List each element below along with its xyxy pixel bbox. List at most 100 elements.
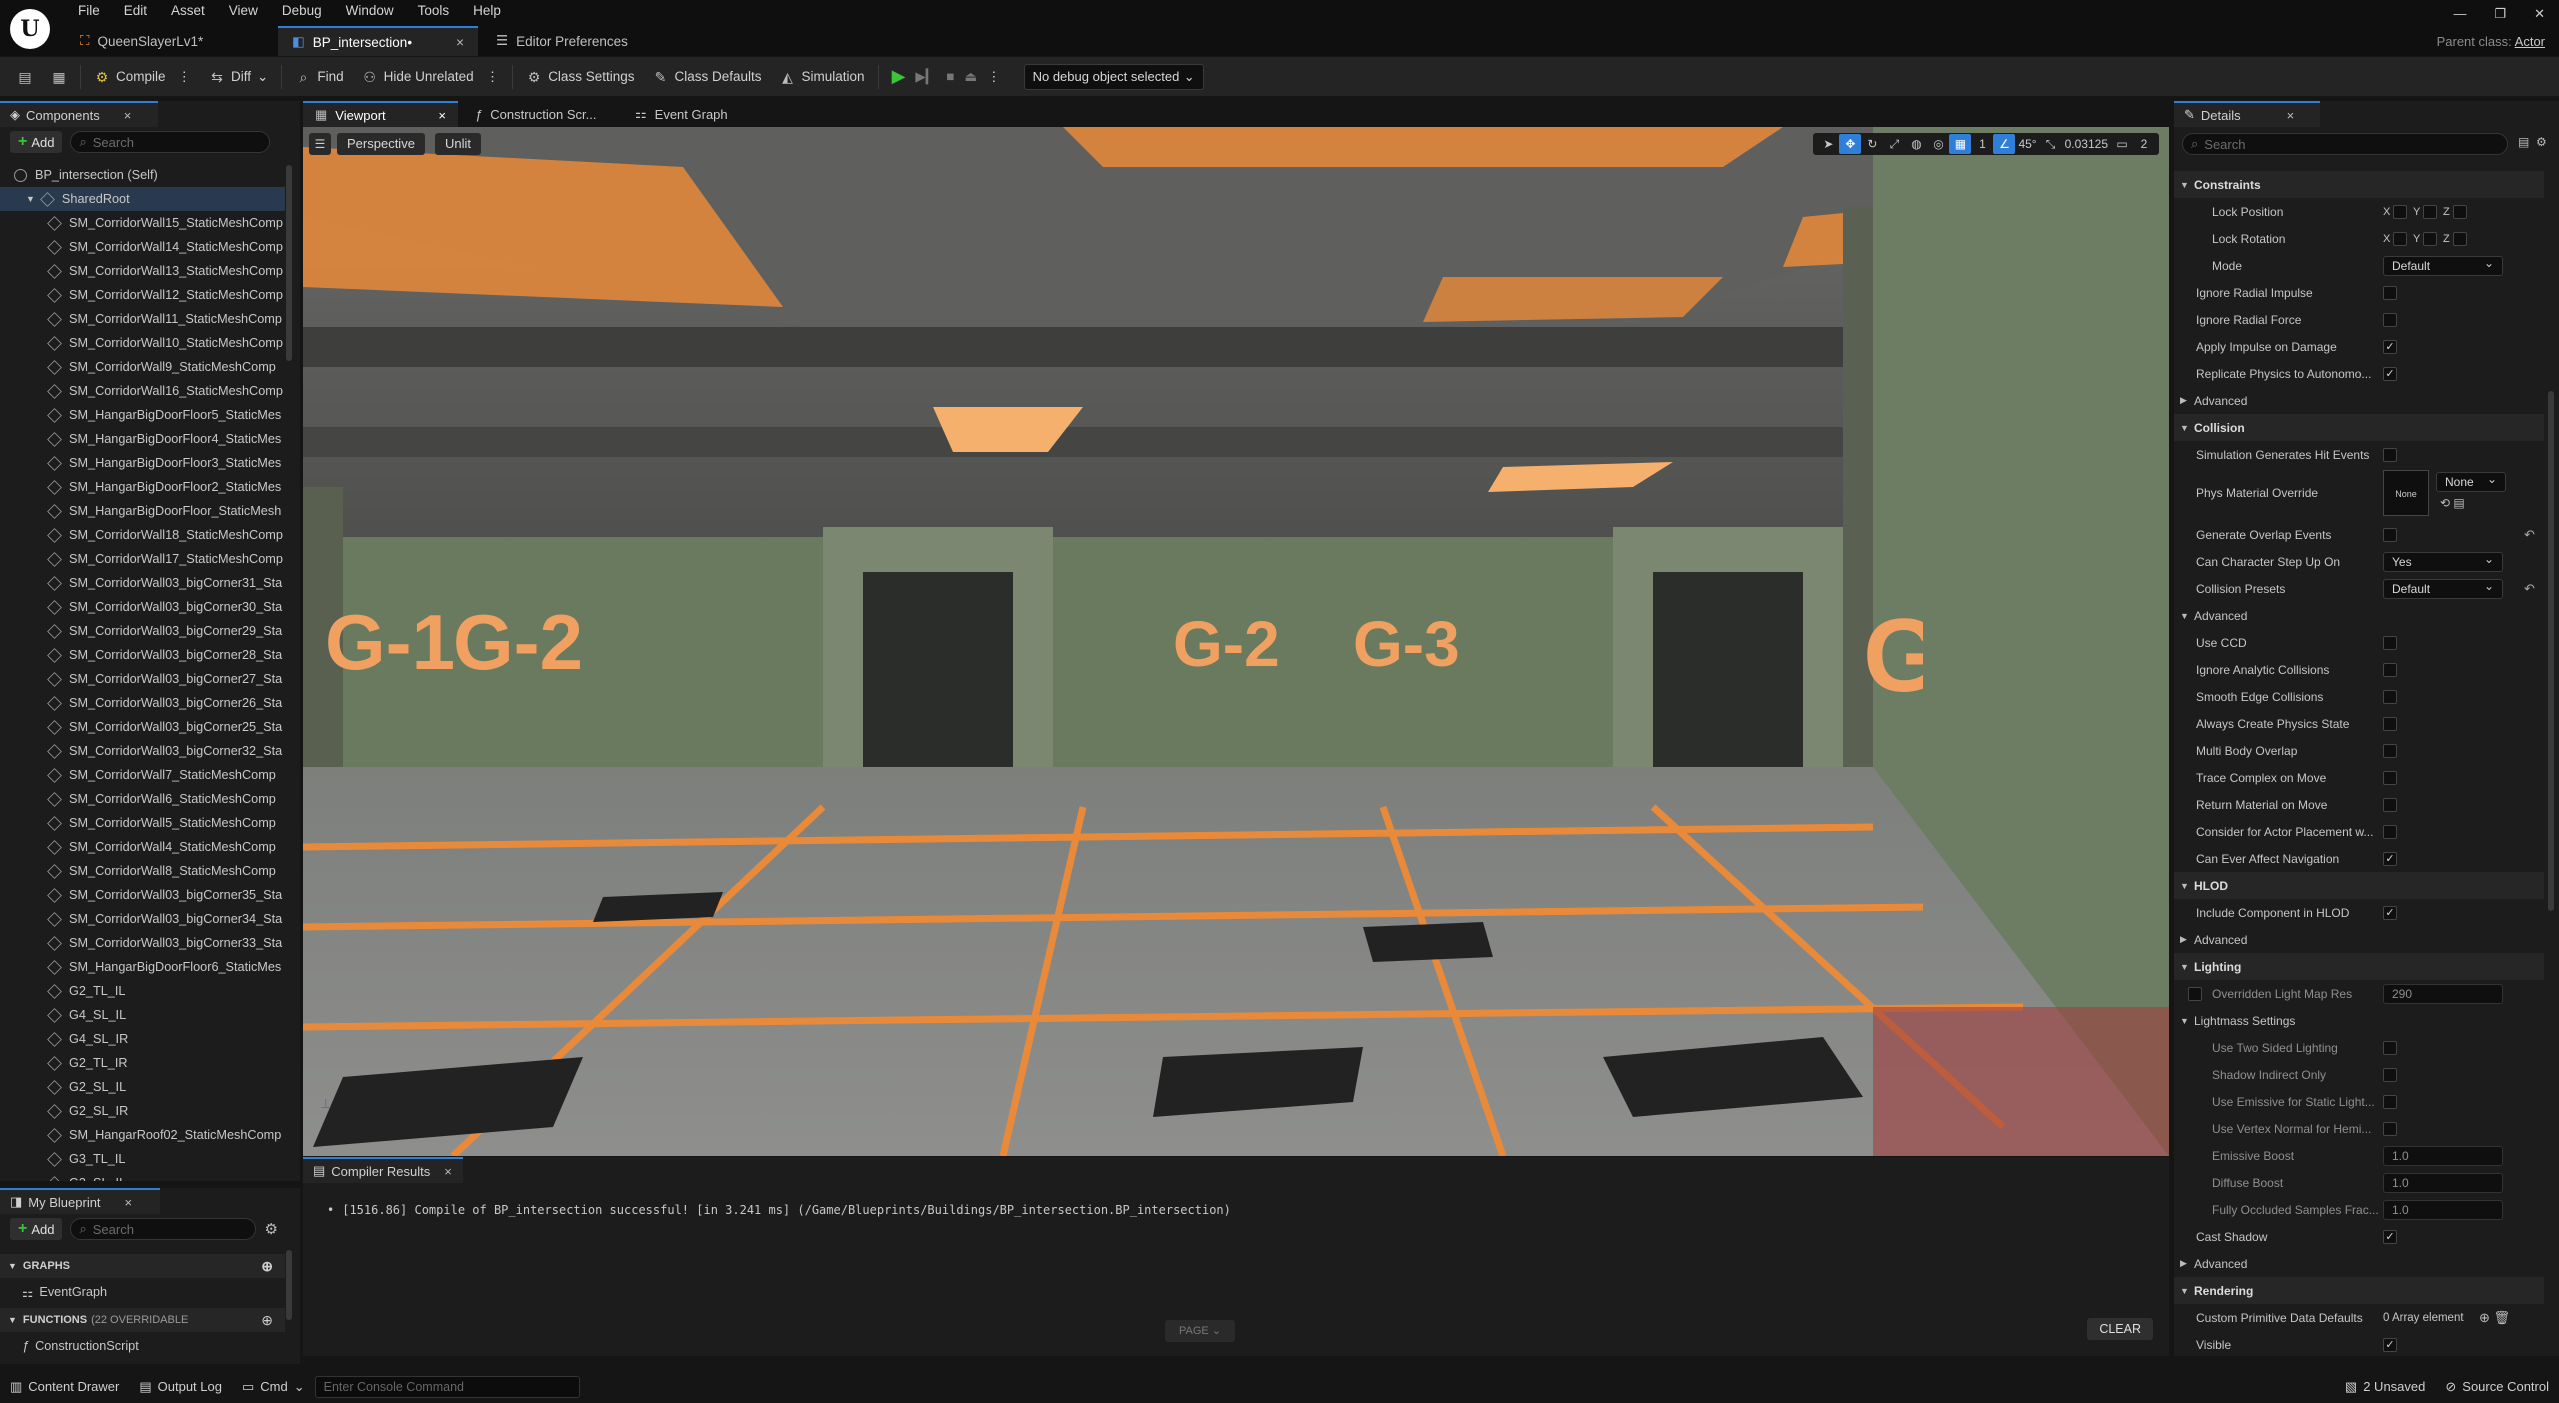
parent-class-link[interactable]: Actor [2515,34,2545,49]
detail-checkbox[interactable] [2383,527,2397,542]
component-item[interactable]: SM_CorridorWall03_bigCorner32_Sta [0,739,285,763]
camera-speed-value[interactable]: 2 [2133,134,2155,154]
tab-event-graph[interactable]: ⚏ Event Graph [623,101,740,127]
detail-checkbox[interactable]: ✓ [2383,1229,2397,1244]
close-icon[interactable]: × [124,108,132,123]
debug-object-select[interactable]: No debug object selected ⌄ [1023,63,1204,90]
component-self[interactable]: BP_intersection (Self) [0,163,285,187]
tab-components[interactable]: ◈ Components × [0,101,158,127]
close-icon[interactable]: × [438,108,446,123]
detail-checkbox[interactable] [2383,743,2397,758]
scale-snap-icon[interactable]: ⤡ [2040,134,2062,154]
component-item[interactable]: SM_CorridorWall15_StaticMeshComp [0,211,285,235]
component-shared-root[interactable]: ▼ SharedRoot [0,187,285,211]
angle-snap-icon[interactable]: ∠ [1993,134,2016,154]
component-item[interactable]: G2_SL_IR [0,1099,285,1123]
array-add-icon[interactable]: ⊕ 🗑 [2479,1310,2510,1326]
component-item[interactable]: SM_CorridorWall11_StaticMeshComp [0,307,285,331]
component-item[interactable]: SM_HangarBigDoorFloor2_StaticMes [0,475,285,499]
components-scrollbar[interactable] [286,165,292,361]
maximize-icon[interactable]: ❐ [2494,6,2506,22]
tab-my-blueprint[interactable]: ◨ My Blueprint × [0,1188,160,1214]
step-icon[interactable]: ▶▎ [915,69,936,85]
component-item[interactable]: SM_HangarBigDoorFloor5_StaticMes [0,403,285,427]
gear-icon[interactable]: ⚙ [2536,135,2547,149]
scale-icon[interactable]: ⤢ [1883,134,1905,154]
perspective-button[interactable]: Perspective [337,133,425,155]
detail-number-field[interactable]: 1.0 [2383,1145,2503,1166]
component-item[interactable]: SM_HangarBigDoorFloor4_StaticMes [0,427,285,451]
viewport-menu-button[interactable]: ☰ [309,133,331,155]
phys-material-dropdown[interactable]: None [2436,470,2506,492]
select-icon[interactable]: ➤ [1817,134,1839,154]
component-item[interactable]: SM_CorridorWall13_StaticMeshComp [0,259,285,283]
component-item[interactable]: SM_CorridorWall12_StaticMeshComp [0,283,285,307]
component-item[interactable]: SM_CorridorWall18_StaticMeshComp [0,523,285,547]
functions-section-header[interactable]: ▼ FUNCTIONS (22 OVERRIDABLE ⊕ [0,1308,285,1332]
gear-icon[interactable]: ⚙ [264,1220,277,1238]
close-icon[interactable]: × [444,1164,452,1179]
detail-checkbox[interactable]: ✓ [2383,851,2397,866]
override-checkbox[interactable] [2188,986,2202,1001]
detail-checkbox[interactable] [2383,635,2397,650]
component-item[interactable]: SM_CorridorWall03_bigCorner34_Sta [0,907,285,931]
detail-number-field[interactable]: 290 [2383,983,2503,1004]
component-item[interactable]: G4_SL_IL [0,1003,285,1027]
hide-options-icon[interactable]: ⋮ [486,69,500,85]
surface-snap-icon[interactable]: ◎ [1927,134,1949,154]
detail-checkbox[interactable] [2383,285,2397,300]
detail-row[interactable]: ▼ HLOD [2174,872,2544,899]
component-item[interactable]: SM_HangarBigDoorFloor6_StaticMes [0,955,285,979]
move-icon[interactable]: ✥ [1839,134,1862,154]
grid-snap-value[interactable]: 1 [1971,134,1993,154]
detail-dropdown[interactable]: Yes [2383,550,2503,572]
components-search-input[interactable]: ⌕ Search [70,131,271,153]
camera-speed-icon[interactable]: ▭ [2111,134,2133,154]
component-item[interactable]: SM_CorridorWall03_bigCorner27_Sta [0,667,285,691]
detail-checkbox[interactable] [2383,1040,2397,1055]
unreal-logo-icon[interactable]: U [10,9,50,49]
close-icon[interactable]: × [125,1195,133,1210]
compile-options-icon[interactable]: ⋮ [178,69,192,85]
rotate-icon[interactable]: ↻ [1861,134,1883,154]
detail-dropdown[interactable]: Default [2383,254,2503,276]
simulation-button[interactable]: ◭ Simulation [771,63,874,91]
page-button[interactable]: PAGE ⌄ [1165,1320,1236,1342]
source-control-button[interactable]: ⊘ Source Control [2435,1370,2559,1403]
detail-checkbox[interactable] [2383,312,2397,327]
tab-viewport[interactable]: ▦ Viewport × [303,101,458,127]
menu-view[interactable]: View [217,0,270,22]
detail-checkbox[interactable]: ✓ [2383,339,2397,354]
stop-icon[interactable]: ■ [946,69,954,84]
detail-checkbox[interactable] [2383,689,2397,704]
detail-row[interactable]: ▶ Advanced [2174,387,2544,414]
doc-tab-blueprint[interactable]: ◧ BP_intersection• × [278,26,478,56]
menu-asset[interactable]: Asset [159,0,217,22]
details-layout-icon[interactable]: ▤ [2518,135,2529,149]
add-member-button[interactable]: + Add [10,1218,63,1240]
component-item[interactable]: SM_CorridorWall8_StaticMeshComp [0,859,285,883]
menu-file[interactable]: File [66,0,112,22]
menu-help[interactable]: Help [461,0,513,22]
find-button[interactable]: ⌕ Find [286,63,352,91]
doc-tab-editor-preferences[interactable]: ☰ Editor Preferences [482,26,682,56]
detail-checkbox[interactable] [2383,1067,2397,1082]
play-icon[interactable]: ▶ [892,66,906,87]
component-item[interactable]: SM_CorridorWall03_bigCorner25_Sta [0,715,285,739]
browse-button[interactable]: ▦ [42,63,76,91]
detail-row[interactable]: ▶ Advanced [2174,1250,2544,1277]
component-item[interactable]: SM_HangarBigDoorFloor3_StaticMes [0,451,285,475]
component-item[interactable]: SM_CorridorWall03_bigCorner30_Sta [0,595,285,619]
tab-construction-script[interactable]: ƒ Construction Scr... [463,101,608,127]
reset-to-default-icon[interactable]: ↶ [2524,527,2535,543]
content-drawer-button[interactable]: ▥ Content Drawer [0,1370,129,1403]
component-item[interactable]: G3_TL_IL [0,1147,285,1171]
detail-checkbox[interactable] [2383,662,2397,677]
angle-snap-value[interactable]: 45° [2015,134,2039,154]
tab-compiler-results[interactable]: ▤ Compiler Results × [303,1157,463,1183]
clear-button[interactable]: CLEAR [2087,1318,2153,1340]
component-item[interactable]: SM_CorridorWall9_StaticMeshComp [0,355,285,379]
detail-row[interactable]: ▶ Advanced [2174,926,2544,953]
detail-checkbox[interactable] [2383,797,2397,812]
material-thumbnail[interactable]: None [2383,470,2429,516]
